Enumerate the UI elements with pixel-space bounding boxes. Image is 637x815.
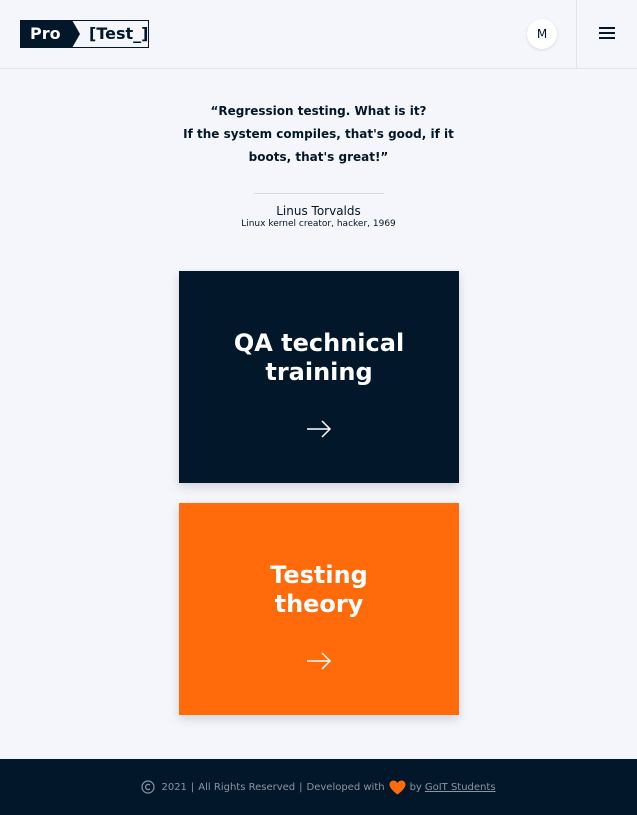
user-avatar[interactable]: M [527,19,557,49]
logo-pro: Pro [20,20,80,48]
arrow-right-icon [307,652,332,670]
footer-separator: | [190,781,195,793]
quote-line-1: “Regression testing. What is it? [210,104,427,118]
card-title: Testing theory [270,561,368,618]
quote-author: Linus Torvalds [276,204,361,218]
quote-text: “Regression testing. What is it? If the … [168,100,469,169]
footer-rights: All Rights Reserved [198,781,296,793]
site-header: Pro [Test_] M [0,0,637,69]
hamburger-menu-icon [599,27,615,39]
quote-line-2: If the system compiles, that's good, if … [183,127,454,141]
heart-icon [389,780,406,794]
footer-year: 2021 [161,781,187,793]
card-title: QA technical training [233,329,405,386]
logo-test: [Test_] [72,20,149,48]
quote-divider [254,193,384,194]
footer-developed: Developed with [306,781,385,793]
arrow-right-icon [307,420,332,438]
footer-separator: | [299,781,303,793]
site-footer: 2021 | All Rights Reserved | Developed w… [0,759,637,815]
quote-line-3: boots, that's great!” [248,150,389,164]
menu-button[interactable] [576,0,637,68]
logo[interactable]: Pro [Test_] [20,20,149,48]
quote-author-description: Linux kernel creator, hacker, 1969 [241,219,396,229]
footer-by: by [409,781,422,793]
copyright-icon [141,780,156,794]
goit-students-link[interactable]: GoIT Students [425,782,496,793]
qa-technical-training-card[interactable]: QA technical training [179,271,459,483]
testing-theory-card[interactable]: Testing theory [179,503,459,715]
